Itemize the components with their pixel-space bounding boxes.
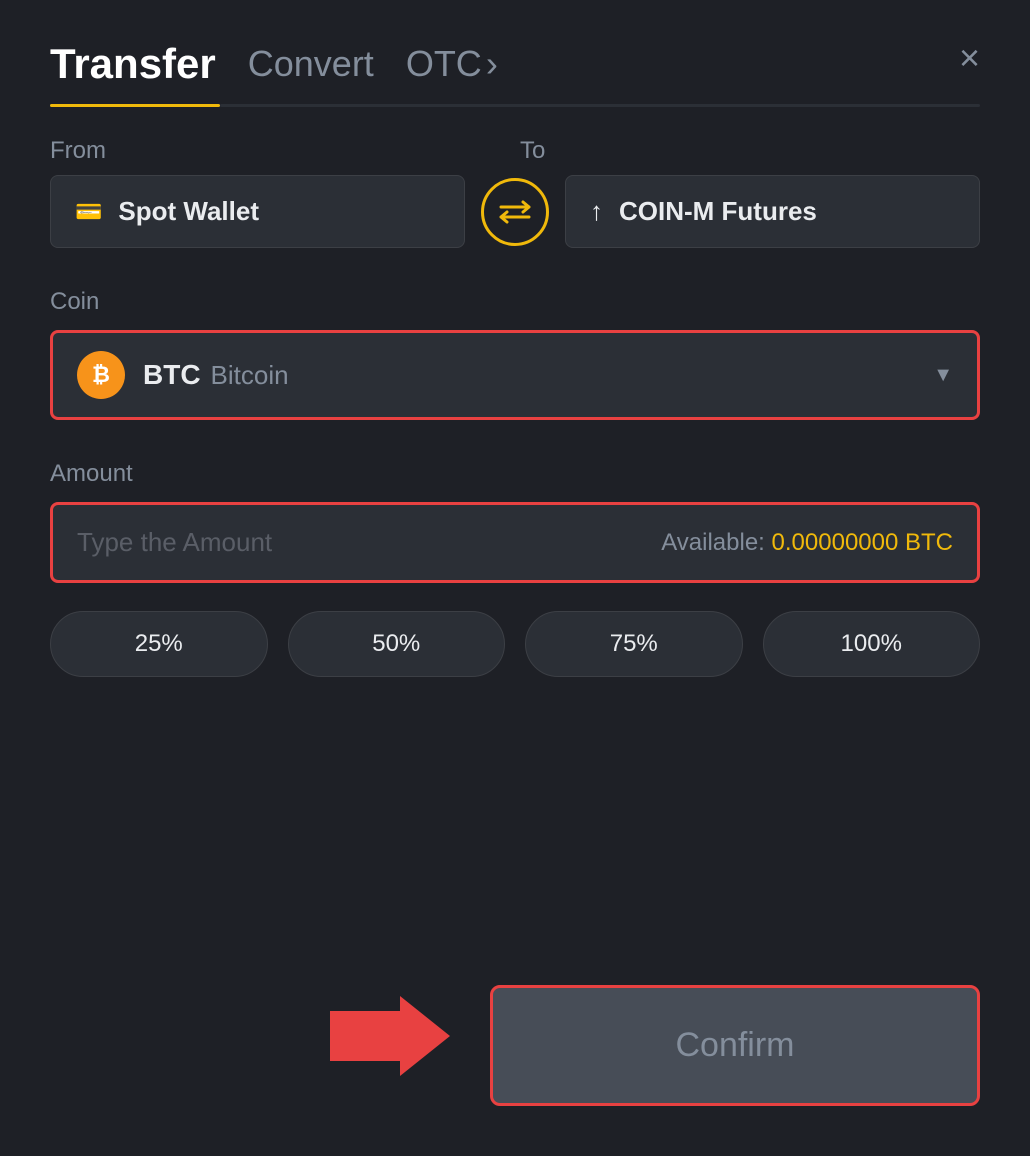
btc-icon: ₿	[77, 351, 125, 399]
coin-symbol: BTC	[143, 359, 201, 391]
swap-button-container	[465, 178, 565, 246]
from-to-labels: From To	[50, 137, 980, 165]
active-tab-underline	[50, 104, 220, 107]
swap-button[interactable]	[481, 178, 549, 246]
svg-text:₿: ₿	[92, 362, 110, 387]
spot-wallet-icon: 💳	[75, 199, 102, 225]
available-label: Available:	[661, 529, 765, 556]
amount-placeholder: Type the Amount	[77, 527, 272, 558]
modal-container: Transfer Convert OTC › × From To 💳 Spot …	[0, 0, 1030, 1156]
percent-50-button[interactable]: 50%	[288, 611, 506, 677]
available-balance: Available: 0.00000000 BTC	[661, 529, 953, 557]
tab-transfer[interactable]: Transfer	[50, 40, 216, 88]
tab-otc[interactable]: OTC ›	[406, 43, 498, 85]
percent-75-button[interactable]: 75%	[525, 611, 743, 677]
close-button[interactable]: ×	[959, 40, 980, 76]
coin-name: Bitcoin	[211, 360, 289, 391]
bottom-area: Confirm	[50, 955, 980, 1106]
coin-chevron-icon: ▼	[933, 364, 953, 387]
from-wallet-label: Spot Wallet	[118, 196, 259, 227]
arrow-indicator	[330, 986, 450, 1105]
tab-underline-rest	[220, 104, 980, 107]
tab-convert[interactable]: Convert	[248, 43, 374, 85]
percent-row: 25% 50% 75% 100%	[50, 611, 980, 677]
percent-25-button[interactable]: 25%	[50, 611, 268, 677]
futures-wallet-icon: ↑	[590, 196, 603, 227]
to-wallet-selector[interactable]: ↑ COIN-M Futures	[565, 175, 980, 248]
confirm-button[interactable]: Confirm	[490, 985, 980, 1106]
amount-section-label: Amount	[50, 460, 980, 488]
amount-input[interactable]: Type the Amount Available: 0.00000000 BT…	[50, 502, 980, 583]
from-wallet-selector[interactable]: 💳 Spot Wallet	[50, 175, 465, 248]
wallet-row: 💳 Spot Wallet ↑ COIN-M Futures	[50, 175, 980, 248]
percent-100-button[interactable]: 100%	[763, 611, 981, 677]
to-wallet-label: COIN-M Futures	[619, 196, 817, 227]
to-label: To	[510, 137, 980, 165]
available-value: 0.00000000 BTC	[772, 529, 953, 556]
from-label: From	[50, 137, 510, 165]
tab-underline-container	[50, 104, 980, 107]
coin-section-label: Coin	[50, 288, 980, 316]
swap-icon	[497, 199, 533, 225]
coin-dropdown[interactable]: ₿ BTC Bitcoin ▼	[50, 330, 980, 420]
otc-chevron-icon: ›	[486, 43, 498, 85]
header: Transfer Convert OTC › ×	[50, 40, 980, 88]
